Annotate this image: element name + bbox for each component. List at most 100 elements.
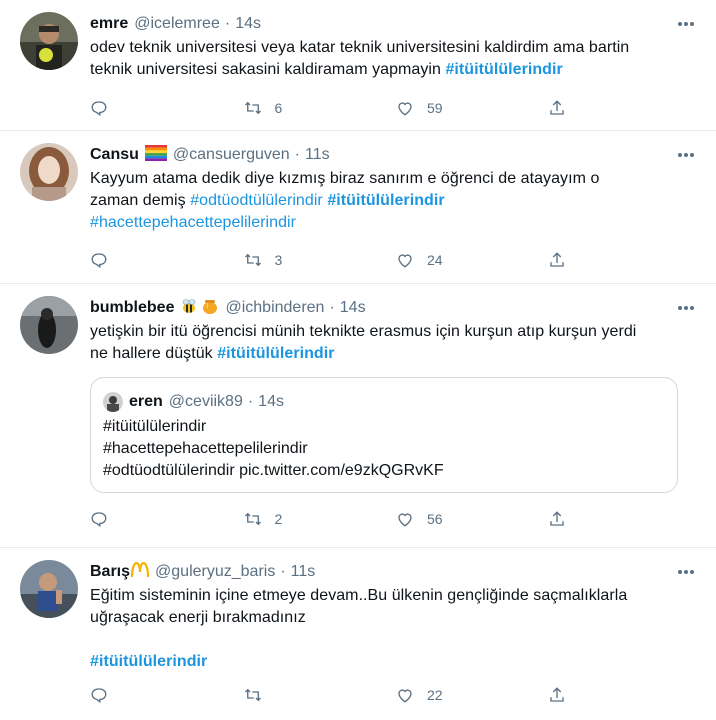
quoted-author-name[interactable]: eren — [129, 393, 163, 411]
tweet[interactable]: bumblebee @ichbinderen · 14s yetişkin bi… — [0, 284, 716, 548]
author-name[interactable]: bumblebee — [90, 299, 174, 317]
more-options-button[interactable] — [674, 298, 698, 318]
avatar[interactable] — [20, 296, 78, 354]
honey-pot-icon — [201, 297, 219, 320]
retweet-count: 3 — [274, 252, 283, 268]
reply-button[interactable] — [90, 251, 243, 269]
hashtag-link[interactable]: #odtüodtülülerindir — [190, 192, 323, 209]
share-icon — [549, 252, 564, 267]
more-options-button[interactable] — [674, 14, 698, 34]
reply-button[interactable] — [90, 99, 243, 117]
tweet-time[interactable]: 11s — [305, 146, 330, 164]
heart-icon — [398, 102, 412, 116]
more-options-button[interactable] — [674, 145, 698, 165]
retweet-count: 6 — [274, 100, 283, 116]
reply-button[interactable] — [90, 510, 243, 528]
avatar[interactable] — [20, 12, 78, 70]
avatar-image — [20, 143, 78, 201]
more-dots-icon — [678, 22, 694, 26]
share-icon — [549, 100, 564, 115]
more-dots-icon — [678, 306, 694, 310]
tweet-text-line: teknik universitesi sakasini kaldiramam … — [90, 61, 441, 78]
retweet-icon — [244, 253, 261, 267]
retweet-button[interactable]: 2 — [243, 510, 396, 528]
quoted-tweet-text: #itüitülülerindir #hacettepehacettepelil… — [103, 416, 665, 482]
avatar[interactable] — [20, 560, 78, 618]
tweet-text: Eğitim sisteminin içine etmeye devam..Bu… — [90, 585, 700, 673]
retweet-icon — [244, 101, 261, 115]
retweet-icon — [244, 512, 261, 526]
tweet[interactable]: Barış @guleryuz_baris · 11s Eğitim siste… — [0, 548, 716, 720]
more-dots-icon — [678, 153, 694, 157]
tweet[interactable]: Cansu @cansuerguven · 11s Kayyum atama d… — [0, 131, 716, 284]
like-button[interactable]: 59 — [395, 99, 548, 117]
tweet-time[interactable]: 14s — [340, 299, 366, 317]
tweet-feed: emre @icelemree · 14s odev teknik univer… — [0, 0, 716, 720]
share-button[interactable] — [548, 510, 701, 528]
tweet-text-line: yetişkin bir itü öğrencisi münih teknikt… — [90, 323, 637, 340]
avatar-image — [20, 296, 78, 354]
hashtag-link[interactable]: #itüitülülerindir — [445, 61, 562, 78]
quoted-author-handle[interactable]: @ceviik89 — [169, 393, 243, 411]
tweet-actions: 2 56 — [90, 497, 700, 541]
share-button[interactable] — [548, 251, 701, 269]
author-name[interactable]: Cansu — [90, 146, 139, 164]
like-count: 22 — [427, 687, 443, 703]
reply-icon — [91, 688, 107, 704]
tweet-text: Kayyum atama dedik diye kızmış biraz san… — [90, 168, 700, 234]
author-name[interactable]: emre — [90, 15, 128, 33]
tweet-text-line: Kayyum atama dedik diye kızmış biraz san… — [90, 170, 600, 187]
tweet-text: odev teknik universitesi veya katar tekn… — [90, 37, 700, 81]
share-button[interactable] — [548, 99, 701, 117]
quoted-tweet[interactable]: eren @ceviik89 · 14s #itüitülülerindir #… — [90, 377, 678, 493]
retweet-button[interactable] — [243, 686, 396, 704]
separator-dot: · — [329, 299, 335, 316]
hashtag-link[interactable]: #itüitülülerindir — [90, 653, 207, 670]
retweet-button[interactable]: 3 — [243, 251, 396, 269]
retweet-icon — [244, 688, 261, 702]
like-count: 59 — [427, 100, 443, 116]
like-button[interactable]: 22 — [395, 686, 548, 704]
author-handle[interactable]: @guleryuz_baris — [155, 563, 275, 581]
tweet-text-line: uğraşacak enerji bırakmadınız — [90, 609, 306, 626]
tweet-time[interactable]: 14s — [235, 15, 261, 33]
author-handle[interactable]: @icelemree — [134, 15, 220, 33]
tweet-time[interactable]: 11s — [291, 563, 316, 581]
bee-icon — [180, 297, 198, 320]
tweet-text-line: zaman demiş — [90, 192, 186, 209]
quoted-text-line: #odtüodtülülerindir pic.twitter.com/e9zk… — [103, 462, 444, 479]
more-dots-icon — [678, 570, 694, 574]
avatar-image — [20, 560, 78, 618]
heart-icon — [398, 513, 412, 527]
reply-icon — [91, 253, 107, 269]
hashtag-link[interactable]: #itüitülülerindir — [217, 345, 334, 362]
tweet-actions: 6 59 — [90, 86, 700, 130]
tweet[interactable]: emre @icelemree · 14s odev teknik univer… — [0, 0, 716, 131]
avatar[interactable] — [20, 143, 78, 201]
quoted-text-line: #itüitülülerindir — [103, 418, 207, 435]
like-button[interactable]: 56 — [395, 510, 548, 528]
hashtag-link[interactable]: #itüitülülerindir — [327, 192, 444, 209]
avatar-image — [103, 392, 123, 412]
reply-button[interactable] — [90, 686, 243, 704]
share-button[interactable] — [548, 686, 701, 704]
like-button[interactable]: 24 — [395, 251, 548, 269]
author-name[interactable]: Barış — [90, 563, 130, 581]
quoted-tweet-time[interactable]: 14s — [258, 393, 284, 411]
separator-dot: · — [224, 15, 231, 32]
tweet-actions: 22 — [90, 673, 700, 717]
separator-dot: · — [294, 146, 300, 163]
quoted-text-line: #hacettepehacettepelilerindir — [103, 440, 308, 457]
author-handle[interactable]: @cansuerguven — [173, 146, 290, 164]
like-count: 56 — [427, 511, 443, 527]
reply-icon — [91, 101, 107, 117]
retweet-button[interactable]: 6 — [243, 99, 396, 117]
quoted-avatar[interactable] — [103, 392, 123, 412]
tweet-text: yetişkin bir itü öğrencisi münih teknikt… — [90, 321, 700, 365]
author-handle[interactable]: @ichbinderen — [225, 299, 324, 317]
more-options-button[interactable] — [674, 562, 698, 582]
avatar-image — [20, 12, 78, 70]
tweet-text-line: odev teknik universitesi veya katar tekn… — [90, 39, 630, 56]
like-count: 24 — [427, 252, 443, 268]
hashtag-link[interactable]: #hacettepehacettepelilerindir — [90, 214, 296, 231]
